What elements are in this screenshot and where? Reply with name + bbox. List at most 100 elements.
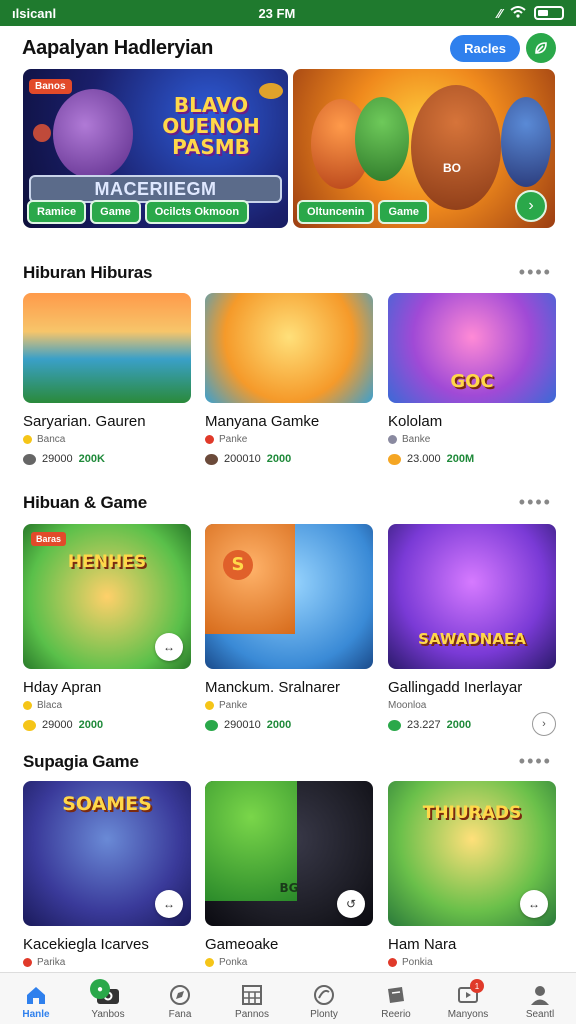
- tab-seantl[interactable]: Seantl: [504, 973, 576, 1024]
- coin-icon: [205, 453, 218, 465]
- game-meta: Panke: [205, 700, 373, 711]
- compass-icon: [168, 983, 192, 1007]
- tab-home[interactable]: Hanle: [0, 973, 72, 1024]
- tab-pannos[interactable]: Pannos: [216, 973, 288, 1024]
- reward-value: 200K: [78, 453, 105, 465]
- game-stats: 290010 2000: [205, 719, 373, 731]
- tab-label: Plonty: [310, 1009, 338, 1020]
- bear-shirt-label: BO: [443, 161, 461, 175]
- thumbnail-title: GOC: [450, 371, 494, 392]
- chip-okmoon[interactable]: Ocilcts Okmoon: [144, 200, 250, 224]
- game-category: Panke: [219, 434, 248, 445]
- game-name: Manyana Gamke: [205, 413, 320, 430]
- play-count: 290010: [224, 719, 261, 731]
- monkey-character-art: [355, 97, 409, 181]
- game-name: Kacekiegla Icarves: [23, 936, 149, 953]
- game-card[interactable]: GOC Kololam Banke 23.000 200M: [388, 293, 556, 465]
- coin-icon: [388, 719, 401, 731]
- status-icons: ⁄⁄: [498, 6, 564, 21]
- notification-badge: 1: [470, 979, 484, 993]
- expand-icon[interactable]: ↔: [520, 890, 548, 918]
- star-icon: [205, 701, 214, 710]
- game-category: Banke: [402, 434, 431, 445]
- featured-banner-1[interactable]: Banos BLAVO OUENOH PASMB MACERIIEGM Rami…: [23, 69, 288, 228]
- game-thumbnail: BG ↺: [205, 781, 373, 926]
- banner-tag: Banos: [29, 79, 72, 94]
- rotate-icon[interactable]: ↺: [337, 890, 365, 918]
- thumbnail-title: SAWADNAEA: [418, 630, 526, 648]
- game-meta: Banca: [23, 434, 191, 445]
- expand-icon[interactable]: ↔: [155, 890, 183, 918]
- play-count: 29000: [42, 453, 73, 465]
- section-title: Supagia Game: [23, 752, 139, 771]
- tab-fana[interactable]: Fana: [144, 973, 216, 1024]
- game-category: Banca: [37, 434, 66, 445]
- tab-label: Pannos: [235, 1009, 269, 1020]
- thumbnail-title: SOAMES: [62, 793, 152, 815]
- reward-value: 2000: [78, 719, 104, 731]
- wolf-character-art: [53, 89, 133, 179]
- banner-subtitle: MACERIIEGM: [29, 175, 282, 203]
- chip-oltuncenin[interactable]: Oltuncenin: [297, 200, 375, 224]
- game-card[interactable]: THIURADS ↔ Ham Nara Ponkia: [388, 781, 556, 968]
- game-name: Manckum. Sralnarer: [205, 679, 341, 696]
- globe-icon: [312, 983, 336, 1007]
- game-card[interactable]: BG ↺ Gameoake Ponka: [205, 781, 373, 968]
- game-name: Saryarian. Gauren: [23, 413, 146, 430]
- game-card[interactable]: SAWADNAEA Gallingadd Inerlayar Moonloa 2…: [388, 524, 556, 736]
- chip-game[interactable]: Game: [90, 200, 141, 224]
- thumbnail-title: HENHES: [67, 552, 147, 572]
- featured-banner-2[interactable]: BO Oltuncenin Game ›: [293, 69, 555, 228]
- star-icon: [205, 958, 214, 967]
- notification-badge: ●: [90, 979, 110, 999]
- game-thumbnail: S: [205, 524, 373, 669]
- racles-button[interactable]: Racles: [450, 34, 520, 62]
- star-icon: [23, 701, 32, 710]
- game-card[interactable]: S Manckum. Sralnarer Panke 290010 2000: [205, 524, 373, 731]
- reward-value: 2000: [266, 719, 292, 731]
- game-name: Ham Nara: [388, 936, 457, 953]
- game-meta: Ponkia: [388, 957, 556, 968]
- thumbnail-tag: Baras: [31, 532, 67, 546]
- star-icon: [23, 435, 32, 444]
- banner-chips: Ramice Game Ocilcts Okmoon: [27, 200, 284, 224]
- play-count: 23.000: [407, 453, 441, 465]
- tab-yanbos[interactable]: ● Yanbos: [72, 973, 144, 1024]
- game-stats: 200010 2000: [205, 453, 373, 465]
- game-card[interactable]: Manyana Gamke Panke 200010 2000: [205, 293, 373, 465]
- more-icon[interactable]: ••••: [519, 751, 552, 772]
- heart-icon: [23, 958, 32, 967]
- game-stats: 29000 2000: [23, 719, 191, 731]
- fox-character-art: [205, 524, 295, 634]
- game-thumbnail: Baras HENHES ↔: [23, 524, 191, 669]
- game-thumbnail: GOC: [388, 293, 556, 403]
- next-icon[interactable]: ›: [532, 712, 556, 736]
- tab-label: Fana: [168, 1009, 192, 1020]
- game-thumbnail: SAWADNAEA: [388, 524, 556, 669]
- tab-manyons[interactable]: 1 Manyons: [432, 973, 504, 1024]
- more-icon[interactable]: ••••: [519, 492, 552, 513]
- heart-icon: [388, 958, 397, 967]
- expand-icon[interactable]: ↔: [155, 633, 183, 661]
- tab-label: Seantl: [525, 1009, 555, 1020]
- reward-value: 200M: [446, 453, 475, 465]
- game-card[interactable]: Saryarian. Gauren Banca 29000 200K: [23, 293, 191, 465]
- signal-label: ılsicanl: [12, 5, 57, 21]
- reward-value: 2000: [266, 453, 292, 465]
- more-icon[interactable]: ••••: [519, 262, 552, 283]
- game-card[interactable]: SOAMES ↔ Kacekiegla Icarves Parika: [23, 781, 191, 968]
- game-thumbnail: THIURADS ↔: [388, 781, 556, 926]
- game-card[interactable]: Baras HENHES ↔ Hday Apran Blaca 29000 200…: [23, 524, 191, 731]
- chip-game[interactable]: Game: [378, 200, 430, 224]
- leaf-icon[interactable]: [526, 33, 556, 63]
- game-thumbnail: [205, 293, 373, 403]
- chip-ramice[interactable]: Ramice: [27, 200, 87, 224]
- home-icon: [24, 983, 48, 1007]
- game-category: Ponka: [219, 957, 248, 968]
- tab-plonty[interactable]: Plonty: [288, 973, 360, 1024]
- tab-reerio[interactable]: Reerio: [360, 973, 432, 1024]
- profile-icon: [528, 983, 552, 1007]
- gem-art: [33, 124, 51, 142]
- banner-next-button[interactable]: ›: [515, 190, 547, 222]
- tab-label: Reerio: [381, 1009, 411, 1020]
